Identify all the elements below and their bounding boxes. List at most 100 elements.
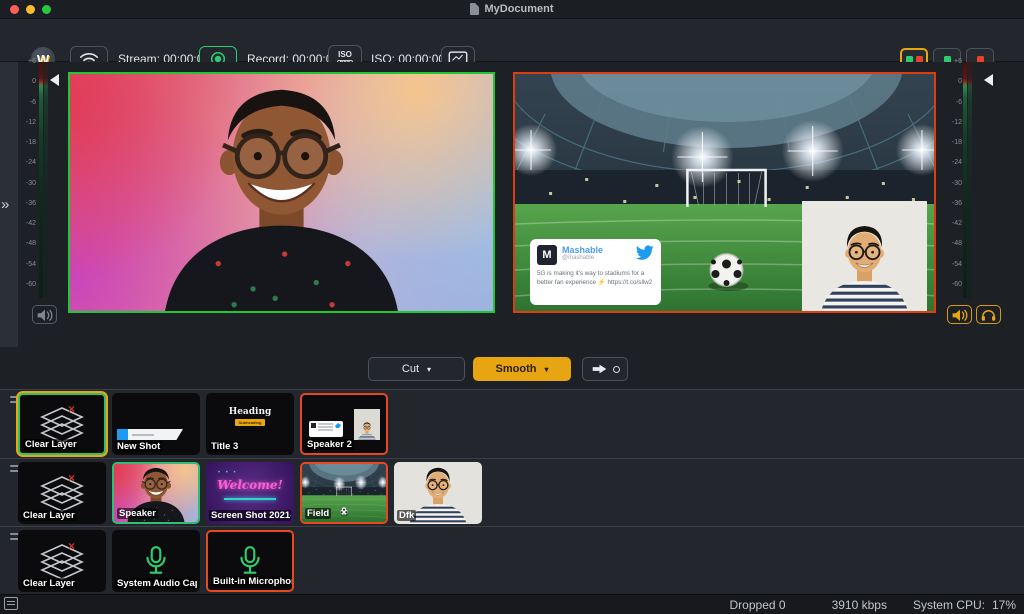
meter-tick: +6 <box>28 58 36 65</box>
meter-tick: -42 <box>26 220 36 227</box>
document-icon <box>470 3 479 15</box>
picture-in-picture <box>802 201 927 311</box>
transition-speed-indicator <box>613 366 620 373</box>
title-heading: Heading <box>229 407 272 417</box>
shot-speaker[interactable]: Speaker <box>112 462 200 524</box>
go-transition-button[interactable] <box>582 357 628 381</box>
chevron-down-icon: ▾ <box>427 365 431 374</box>
meter-tick: 0 <box>32 78 36 85</box>
shot-system-audio[interactable]: System Audio Captu <box>112 530 200 592</box>
shot-clear-layer-3[interactable]: × Clear Layer <box>18 530 106 592</box>
microphone-icon <box>237 545 263 577</box>
meter-tick: -6 <box>30 99 36 106</box>
minimize-button[interactable] <box>26 5 35 14</box>
meter-tick: -24 <box>952 159 962 166</box>
bitrate: 3910 kbps <box>832 598 887 612</box>
neon-underline <box>224 498 276 500</box>
microphone-icon <box>143 545 169 577</box>
preview-audio-mute-button[interactable] <box>32 305 57 324</box>
meter-tick: -60 <box>26 281 36 288</box>
meter-tick: -36 <box>952 200 962 207</box>
zoom-button[interactable] <box>42 5 51 14</box>
tweet-author: Mashable <box>562 245 635 255</box>
shot-clear-layer-2[interactable]: × Clear Layer <box>18 462 106 524</box>
meter-tick: -30 <box>952 180 962 187</box>
shot-layers: × Clear Layer New Shot Heading Subheadin… <box>0 389 1024 594</box>
monitor-headphones-button[interactable] <box>976 305 1001 324</box>
meter-tick: +6 <box>954 58 962 65</box>
meter-tick: -12 <box>952 119 962 126</box>
title-subheading: Subheading <box>235 419 266 426</box>
svg-text:×: × <box>68 471 75 485</box>
vu-meter-right-2 <box>968 62 972 298</box>
vu-meter-left <box>39 62 43 298</box>
shot-label: Dfk <box>397 510 416 521</box>
meter-pointer-left[interactable] <box>50 74 59 86</box>
tweet-avatar: M <box>537 245 557 265</box>
cpu-value: 17% <box>992 598 1016 612</box>
meter-tick: -36 <box>26 200 36 207</box>
meter-tick: -18 <box>952 139 962 146</box>
lower-third-thumb <box>117 429 183 440</box>
close-button[interactable] <box>10 5 19 14</box>
meter-tick: -18 <box>26 139 36 146</box>
shot-new-shot[interactable]: New Shot <box>112 393 200 455</box>
tweet-handle: @mashable <box>562 255 635 262</box>
meter-tick: -48 <box>952 240 962 247</box>
shot-dfk[interactable]: Dfk <box>394 462 482 524</box>
meter-pointer-right[interactable] <box>984 74 993 86</box>
preview-window[interactable] <box>68 72 495 313</box>
speaker-icon <box>951 307 969 322</box>
titlebar: MyDocument <box>0 0 1024 19</box>
meter-tick: -60 <box>952 281 962 288</box>
cut-label: Cut <box>402 363 419 375</box>
shot-screen-shot[interactable]: • • • Welcome! Screen Shot 2021-1 <box>206 462 294 524</box>
chevron-down-icon: ▾ <box>544 365 548 374</box>
speaker-person <box>70 74 493 311</box>
speaker-muted-icon <box>36 307 54 322</box>
shot-label: Clear Layer <box>23 439 79 450</box>
meter-tick: -30 <box>26 180 36 187</box>
mini-tweet-thumb <box>309 421 343 437</box>
shot-label: New Shot <box>115 441 162 452</box>
audio-meter-scale-right: +6 0 -6 -12 -18 -24 -30 -36 -42 -48 -54 … <box>945 58 962 288</box>
shot-title-3[interactable]: Heading Subheading Title 3 <box>206 393 294 455</box>
shot-list-view-button[interactable] <box>4 597 18 610</box>
shot-label: Title 3 <box>209 441 240 452</box>
shot-builtin-microphone[interactable]: Built-in Microphone <box>206 530 294 592</box>
shot-clear-layer-1[interactable]: × Clear Layer <box>18 393 106 455</box>
window-title-group: MyDocument <box>470 3 553 15</box>
transition-smooth-button[interactable]: Smooth ▾ <box>473 357 571 381</box>
tweet-text: 5G is making it's way to stadiums for a … <box>537 269 654 287</box>
svg-text:×: × <box>68 539 75 553</box>
pip-person <box>802 201 927 311</box>
meter-tick: -42 <box>952 220 962 227</box>
tweet-overlay: M Mashable @mashable 5G is making it's w… <box>530 239 661 305</box>
meter-tick: -54 <box>952 261 962 268</box>
expand-panel-chevron[interactable]: » <box>1 196 9 213</box>
layer-3-row: × Clear Layer System Audio Captu Built-i <box>0 526 1024 594</box>
dropped-frames: Dropped 0 <box>730 598 786 612</box>
neon-dots: • • • <box>218 470 238 476</box>
toolbar: W Stream: 00:00:00 Record: 00:00:05 ISO … <box>0 19 1024 62</box>
transition-cut-button[interactable]: Cut ▾ <box>368 357 465 381</box>
go-arrow-icon <box>591 363 608 375</box>
shot-label: Speaker <box>117 508 158 519</box>
iso-icon-text: ISO <box>338 51 352 59</box>
title-thumb: Heading Subheading <box>206 407 294 426</box>
live-audio-output-button[interactable] <box>947 305 972 324</box>
shot-label: Screen Shot 2021-1 <box>209 510 291 521</box>
meter-tick: -12 <box>26 119 36 126</box>
twitter-bird-icon <box>635 245 654 261</box>
shot-label: Field <box>305 508 331 519</box>
smooth-label: Smooth <box>496 363 537 375</box>
shot-speaker-2[interactable]: Speaker 2 <box>300 393 388 455</box>
window-title: MyDocument <box>484 3 553 15</box>
headphones-icon <box>980 308 997 322</box>
shot-field[interactable]: Field <box>300 462 388 524</box>
meter-tick: -6 <box>956 99 962 106</box>
vu-meter-right <box>963 62 967 298</box>
live-program-window[interactable]: M Mashable @mashable 5G is making it's w… <box>513 72 936 313</box>
meter-tick: -54 <box>26 261 36 268</box>
layer-2-row: × Clear Layer Speaker • • • Welcome! Scr… <box>0 458 1024 526</box>
